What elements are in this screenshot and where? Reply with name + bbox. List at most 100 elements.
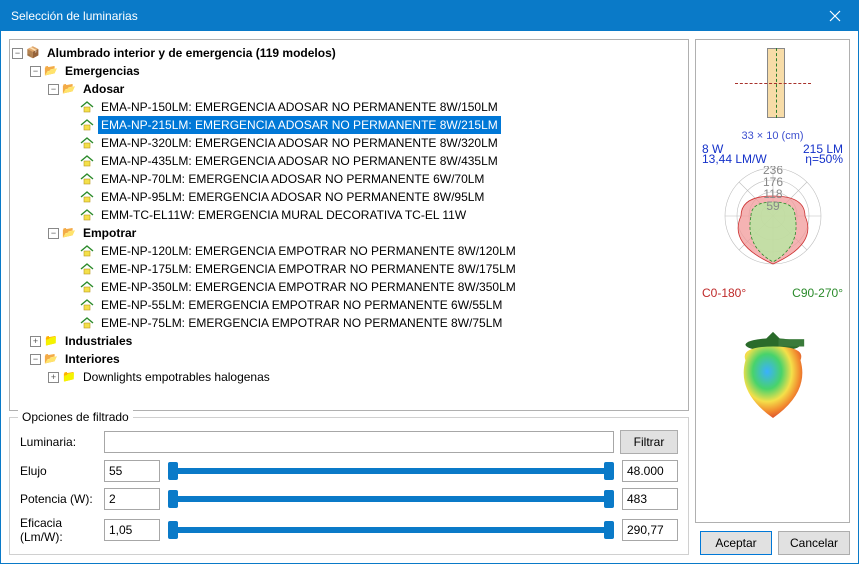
tree-node-label: Interiores — [62, 350, 123, 368]
title-bar: Selección de luminarias — [1, 1, 858, 31]
flujo-max-input[interactable] — [622, 460, 678, 482]
tree-node-label: EME-NP-175LM: EMERGENCIA EMPOTRAR NO PER… — [98, 260, 519, 278]
luminaire-icon — [79, 244, 95, 258]
tree-node-label: EMA-NP-150LM: EMERGENCIA ADOSAR NO PERMA… — [98, 98, 501, 116]
luminaire-icon — [79, 208, 95, 222]
dialog-button-row: Aceptar Cancelar — [695, 527, 850, 555]
tree-node[interactable]: EMM-TC-EL11W: EMERGENCIA MURAL DECORATIV… — [12, 206, 686, 224]
package-icon — [25, 46, 41, 60]
window-title: Selección de luminarias — [11, 9, 812, 23]
tree-node[interactable]: EMA-NP-70LM: EMERGENCIA ADOSAR NO PERMAN… — [12, 170, 686, 188]
folder-open-icon — [43, 352, 59, 366]
tree-node[interactable]: EMA-NP-150LM: EMERGENCIA ADOSAR NO PERMA… — [12, 98, 686, 116]
flujo-slider[interactable] — [168, 461, 614, 481]
tree-node-label: Empotrar — [80, 224, 139, 242]
tree-node[interactable]: EMA-NP-320LM: EMERGENCIA ADOSAR NO PERMA… — [12, 134, 686, 152]
right-column: 33 × 10 (cm) 8 W 13,44 LM/W 215 LM η=50% — [695, 39, 850, 555]
spec-row: 8 W 13,44 LM/W 215 LM η=50% — [700, 142, 845, 164]
potencia-max-input[interactable] — [622, 488, 678, 510]
tree-node[interactable]: − Emergencias — [12, 62, 686, 80]
svg-text:59: 59 — [766, 199, 780, 213]
tree-node[interactable]: − Alumbrado interior y de emergencia (119… — [12, 44, 686, 62]
dimension-text: 33 × 10 (cm) — [741, 130, 803, 142]
flujo-min-input[interactable] — [104, 460, 160, 482]
tree-node-label: Emergencias — [62, 62, 143, 80]
potencia-label: Potencia (W): — [20, 492, 98, 506]
filter-legend: Opciones de filtrado — [18, 410, 133, 424]
c90-label: C90-270° — [792, 286, 843, 300]
tree-node[interactable]: EMA-NP-435LM: EMERGENCIA ADOSAR NO PERMA… — [12, 152, 686, 170]
preview-panel: 33 × 10 (cm) 8 W 13,44 LM/W 215 LM η=50% — [695, 39, 850, 523]
tree-node[interactable]: − Interiores — [12, 350, 686, 368]
luminaire-icon — [79, 136, 95, 150]
tree-node[interactable]: EME-NP-75LM: EMERGENCIA EMPOTRAR NO PERM… — [12, 314, 686, 332]
tree-node-label: EME-NP-120LM: EMERGENCIA EMPOTRAR NO PER… — [98, 242, 519, 260]
filter-button[interactable]: Filtrar — [620, 430, 678, 454]
tree-node[interactable]: EME-NP-350LM: EMERGENCIA EMPOTRAR NO PER… — [12, 278, 686, 296]
tree-node-label: EME-NP-75LM: EMERGENCIA EMPOTRAR NO PERM… — [98, 314, 505, 332]
dimension-diagram — [733, 48, 813, 128]
filter-options-group: Opciones de filtrado Luminaria: Filtrar … — [9, 417, 689, 555]
flujo-label: Elujo — [20, 464, 98, 478]
tree-node[interactable]: EMA-NP-215LM: EMERGENCIA ADOSAR NO PERMA… — [12, 116, 686, 134]
row-eficacia: Eficacia (Lm/W): — [20, 516, 678, 544]
left-column: −Alumbrado interior y de emergencia (119… — [9, 39, 689, 555]
tree-node[interactable]: + Downlights empotrables halogenas — [12, 368, 686, 386]
tree-node[interactable]: EME-NP-175LM: EMERGENCIA EMPOTRAR NO PER… — [12, 260, 686, 278]
tree-node-label: Downlights empotrables halogenas — [80, 368, 273, 386]
eficacia-slider[interactable] — [168, 520, 614, 540]
folder-icon — [43, 334, 59, 348]
tree-toggle[interactable]: − — [12, 48, 23, 59]
tree-node-label: EMA-NP-70LM: EMERGENCIA ADOSAR NO PERMAN… — [98, 170, 487, 188]
luminaire-icon — [79, 316, 95, 330]
row-potencia: Potencia (W): — [20, 488, 678, 510]
potencia-slider[interactable] — [168, 489, 614, 509]
folder-icon — [61, 370, 77, 384]
tree-node-label: EMA-NP-95LM: EMERGENCIA ADOSAR NO PERMAN… — [98, 188, 487, 206]
row-flujo: Elujo — [20, 460, 678, 482]
tree-toggle[interactable]: − — [48, 84, 59, 95]
tree-node[interactable]: EME-NP-120LM: EMERGENCIA EMPOTRAR NO PER… — [12, 242, 686, 260]
tree-node[interactable]: EME-NP-55LM: EMERGENCIA EMPOTRAR NO PERM… — [12, 296, 686, 314]
tree-node[interactable]: − Empotrar — [12, 224, 686, 242]
spec-lmw: 13,44 LM/W — [702, 154, 767, 164]
tree-node-label: EME-NP-350LM: EMERGENCIA EMPOTRAR NO PER… — [98, 278, 519, 296]
tree-node-label: EMM-TC-EL11W: EMERGENCIA MURAL DECORATIV… — [98, 206, 469, 224]
eficacia-min-input[interactable] — [104, 519, 160, 541]
luminaire-icon — [79, 154, 95, 168]
tree-node-label: EMA-NP-435LM: EMERGENCIA ADOSAR NO PERMA… — [98, 152, 501, 170]
folder-open-icon — [43, 64, 59, 78]
luminaria-label: Luminaria: — [20, 435, 98, 449]
folder-open-icon — [61, 82, 77, 96]
tree-node[interactable]: + Industriales — [12, 332, 686, 350]
c0-label: C0-180° — [702, 286, 746, 300]
tree-toggle[interactable]: − — [30, 66, 41, 77]
folder-open-icon — [61, 226, 77, 240]
luminaria-input[interactable] — [104, 431, 614, 453]
tree-toggle[interactable]: − — [48, 228, 59, 239]
row-luminaria: Luminaria: Filtrar — [20, 430, 678, 454]
tree-node[interactable]: −Adosar — [12, 80, 686, 98]
cancel-button[interactable]: Cancelar — [778, 531, 850, 555]
tree-toggle[interactable]: + — [30, 336, 41, 347]
tree-toggle[interactable]: + — [48, 372, 59, 383]
luminaire-icon — [79, 298, 95, 312]
tree-node-label: EMA-NP-320LM: EMERGENCIA ADOSAR NO PERMA… — [98, 134, 501, 152]
close-button[interactable] — [812, 1, 858, 31]
luminaire-tree[interactable]: −Alumbrado interior y de emergencia (119… — [9, 39, 689, 411]
polar-footer: C0-180° C90-270° — [700, 286, 845, 300]
potencia-min-input[interactable] — [104, 488, 160, 510]
polar-diagram: 236 176 118 59 — [703, 166, 843, 286]
luminaire-icon — [79, 280, 95, 294]
tree-node[interactable]: EMA-NP-95LM: EMERGENCIA ADOSAR NO PERMAN… — [12, 188, 686, 206]
eficacia-max-input[interactable] — [622, 519, 678, 541]
luminaire-icon — [79, 172, 95, 186]
tree-node-label: Industriales — [62, 332, 135, 350]
tree-toggle[interactable]: − — [30, 354, 41, 365]
tree-node-label: EMA-NP-215LM: EMERGENCIA ADOSAR NO PERMA… — [98, 116, 501, 134]
tree-node-label: Alumbrado interior y de emergencia (119 … — [44, 44, 339, 62]
accept-button[interactable]: Aceptar — [700, 531, 772, 555]
luminaire-3d-render — [703, 306, 843, 441]
luminaire-icon — [79, 118, 95, 132]
luminaire-icon — [79, 100, 95, 114]
